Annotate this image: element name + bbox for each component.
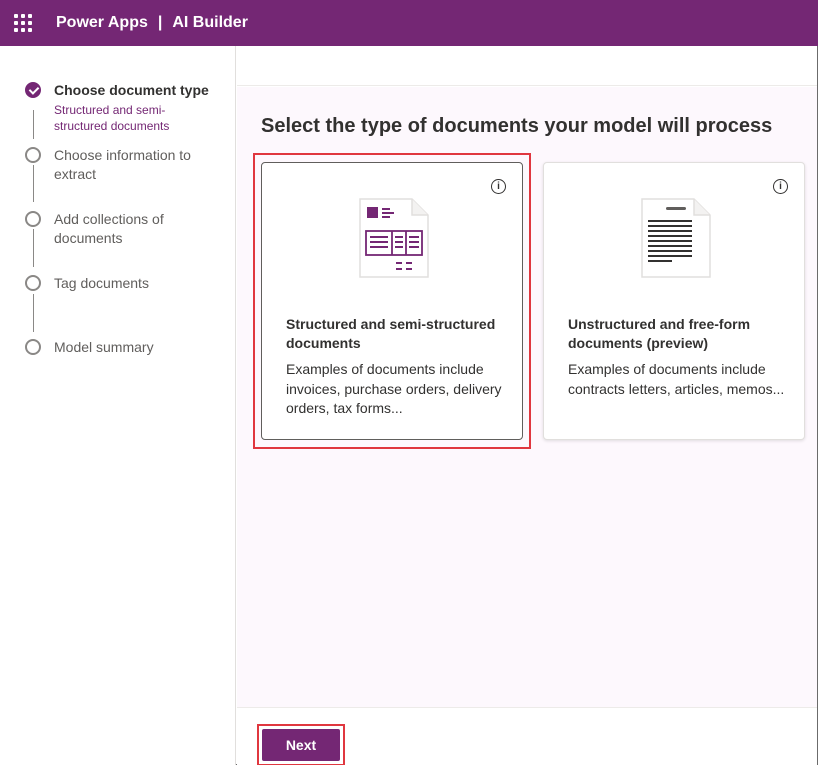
card-description: Examples of documents include invoices, … — [286, 361, 502, 416]
brand: Power Apps | AI Builder — [56, 14, 248, 32]
step-connector — [33, 165, 34, 202]
next-button[interactable]: Next — [262, 729, 340, 761]
card-structured-documents[interactable]: i Structured and semi-structured documen… — [261, 162, 523, 440]
step-circle-icon — [25, 275, 41, 291]
app-launcher-icon[interactable] — [14, 14, 32, 32]
step-circle-icon — [25, 211, 41, 227]
info-icon[interactable]: i — [773, 179, 788, 194]
check-icon — [25, 82, 41, 98]
card-title: Unstructured and free-form documents (pr… — [568, 316, 751, 351]
step-connector — [33, 294, 34, 332]
brand-separator: | — [157, 14, 163, 31]
wizard-steps: Choose document type Structured and semi… — [0, 46, 236, 765]
unstructured-document-icon — [641, 198, 711, 278]
step-label: Add collections of documents — [54, 211, 164, 246]
page-title: Select the type of documents your model … — [261, 115, 773, 137]
step-label: Choose document type — [54, 82, 209, 98]
step-label: Model summary — [54, 339, 154, 355]
step-connector — [33, 229, 34, 267]
card-description: Examples of documents include contracts … — [568, 361, 785, 397]
step-label: Choose information to extract — [54, 147, 191, 182]
wizard-footer: Next — [237, 707, 817, 765]
card-title: Structured and semi-structured documents — [286, 316, 496, 351]
main-content: Select the type of documents your model … — [237, 87, 817, 707]
card-unstructured-documents[interactable]: i Unstructured and free-form documents (… — [543, 162, 805, 440]
app-header: Power Apps | AI Builder — [0, 0, 818, 46]
step-sublabel: Structured and semi-structured documents — [54, 103, 170, 133]
info-icon[interactable]: i — [491, 179, 506, 194]
step-connector — [33, 110, 34, 139]
main-top-bar — [237, 46, 817, 86]
step-circle-icon — [25, 339, 41, 355]
app-name[interactable]: Power Apps — [56, 14, 148, 32]
step-label: Tag documents — [54, 275, 149, 291]
step-circle-icon — [25, 147, 41, 163]
structured-document-icon — [359, 198, 429, 278]
product-name: AI Builder — [172, 14, 248, 31]
